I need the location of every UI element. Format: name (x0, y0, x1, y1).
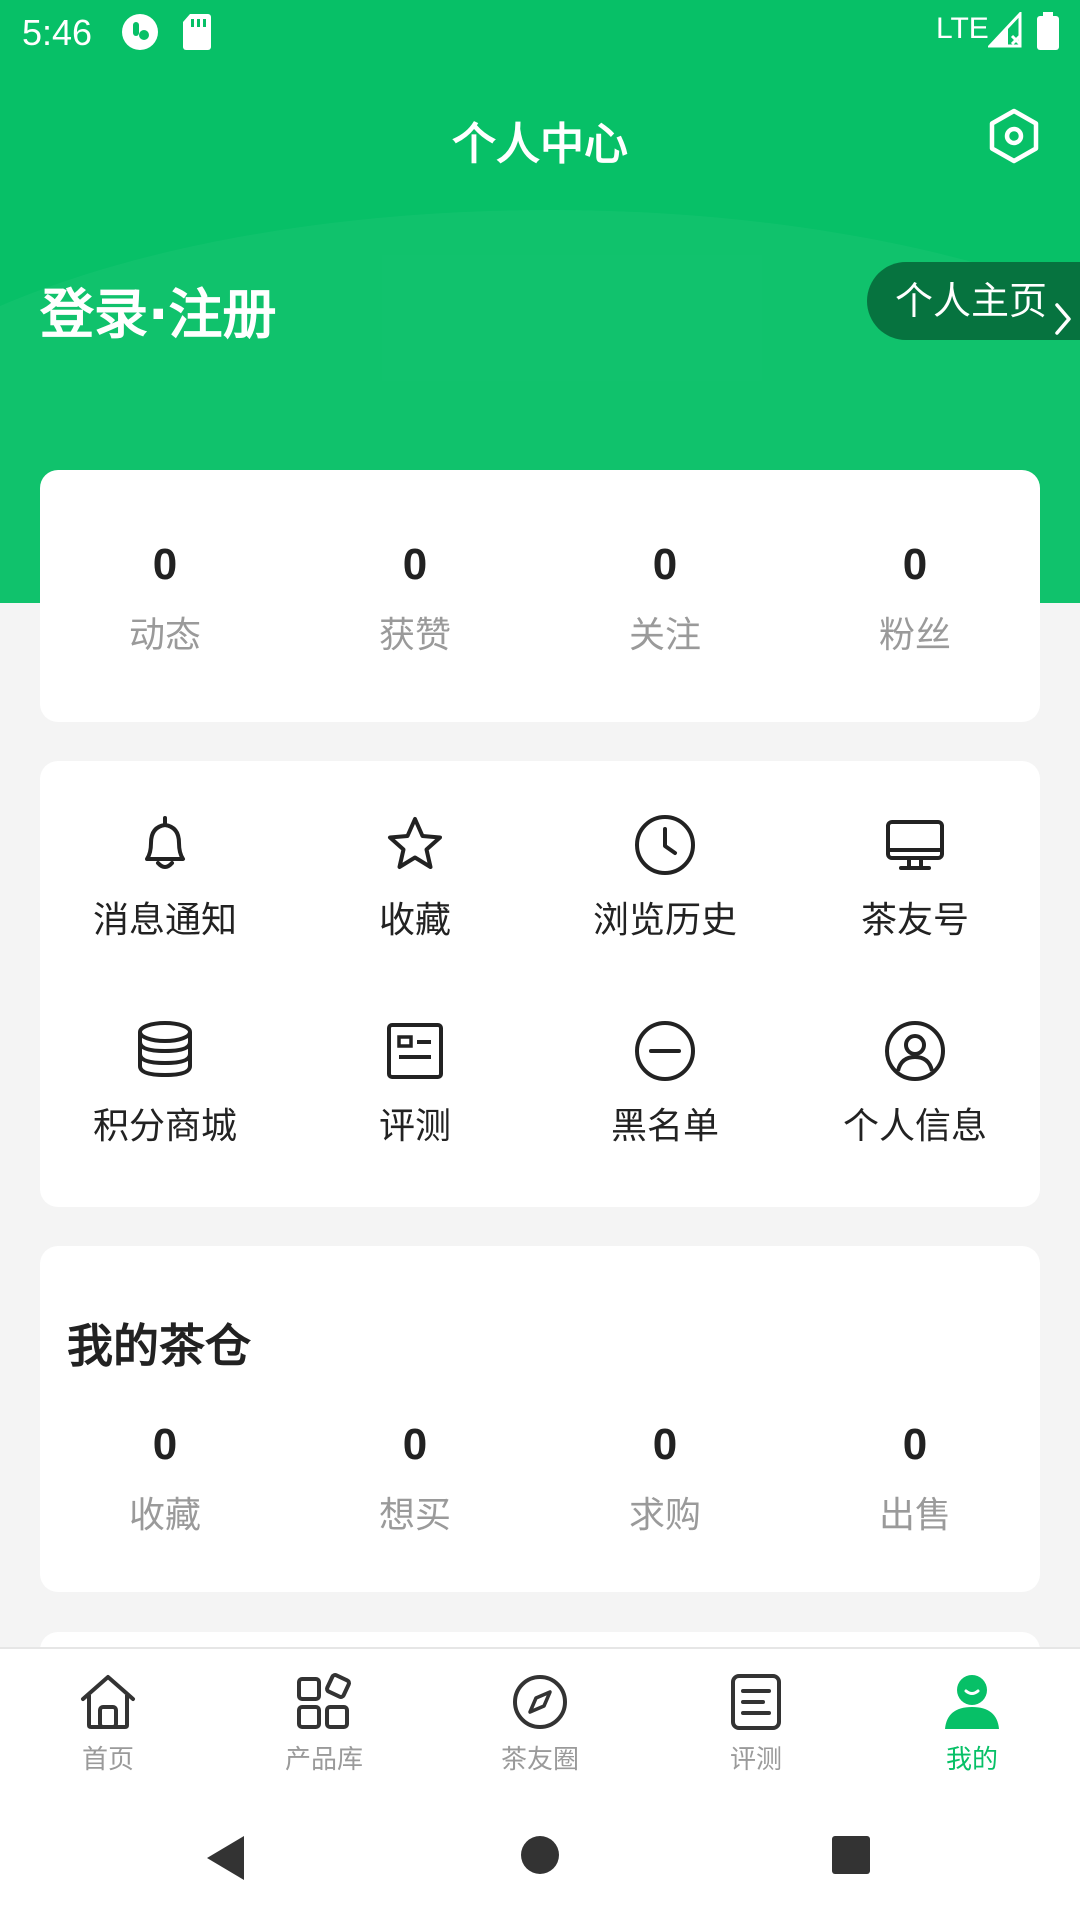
menu-item-label: 收藏 (378, 900, 451, 941)
menu-item-notifications[interactable]: 消息通知 (40, 813, 290, 1019)
home-button[interactable] (520, 1835, 560, 1879)
clock-icon (635, 815, 695, 875)
page-title: 个人中心 (452, 119, 628, 170)
chevron-right-icon (1053, 284, 1073, 362)
menu-item-favorites[interactable]: 收藏 (290, 813, 540, 1019)
signal-icon (986, 10, 1022, 57)
settings-button[interactable] (984, 106, 1044, 166)
system-nav-bar (0, 1797, 1080, 1920)
monitor-icon (886, 820, 944, 870)
nav-tab-products[interactable]: 产品库 (216, 1649, 432, 1797)
warehouse-stat-favorites[interactable]: 0 收藏 (40, 1414, 290, 1538)
settings-hexagon-icon (989, 108, 1039, 164)
stat-label: 求购 (628, 1495, 701, 1536)
nav-label: 我的 (945, 1745, 998, 1775)
menu-item-label: 消息通知 (92, 900, 237, 941)
warehouse-stat-want-to-buy[interactable]: 0 想买 (290, 1414, 540, 1538)
stat-label: 动态 (128, 615, 201, 656)
nav-tab-me[interactable]: 我的 (864, 1649, 1080, 1797)
menu-item-label: 评测 (378, 1106, 451, 1147)
stat-label: 收藏 (128, 1495, 201, 1536)
stat-value: 0 (652, 1420, 678, 1469)
grid-icon (297, 1673, 351, 1729)
stat-value: 0 (902, 1420, 928, 1469)
stat-label: 获赞 (378, 615, 451, 656)
nav-tab-home[interactable]: 首页 (0, 1649, 216, 1797)
home-icon (81, 1675, 135, 1729)
menu-item-points-mall[interactable]: 积分商城 (40, 1019, 290, 1225)
coins-icon (138, 1021, 192, 1078)
stat-value: 0 (402, 1420, 428, 1469)
document-icon (731, 1674, 781, 1730)
menu-item-label: 个人信息 (842, 1106, 987, 1147)
stat-label: 想买 (378, 1495, 451, 1536)
nav-tab-tea-circle[interactable]: 茶友圈 (432, 1649, 648, 1797)
back-triangle-icon (207, 1836, 244, 1880)
nav-tab-reviews[interactable]: 评测 (648, 1649, 864, 1797)
menu-item-personal-info[interactable]: 个人信息 (790, 1019, 1040, 1225)
bell-icon (145, 816, 185, 869)
stat-followers[interactable]: 0 粉丝 (790, 534, 1040, 658)
app-notification-icon (120, 12, 160, 61)
stat-value: 0 (152, 1420, 178, 1469)
menu-item-label: 浏览历史 (592, 900, 737, 941)
stat-following[interactable]: 0 关注 (540, 534, 790, 658)
section-title: 我的茶仓 (67, 1319, 251, 1373)
sd-card-icon (182, 12, 212, 61)
status-time: 5:46 (22, 12, 93, 53)
personal-homepage-button[interactable]: 个人主页 (867, 262, 1080, 340)
user-circle-icon (885, 1021, 945, 1081)
login-register-link[interactable]: 登录·注册 (40, 270, 277, 349)
person-icon (945, 1675, 999, 1729)
menu-item-label: 积分商城 (92, 1106, 237, 1147)
warehouse-stat-wanted[interactable]: 0 求购 (540, 1414, 790, 1538)
stat-value: 0 (402, 540, 428, 589)
compass-icon (513, 1675, 567, 1729)
nav-label: 首页 (81, 1745, 134, 1775)
network-type: LTE (936, 12, 989, 45)
status-bar: 5:46 LTE (0, 0, 1080, 66)
battery-icon (1036, 12, 1060, 61)
nav-label: 茶友圈 (500, 1745, 579, 1775)
stat-label: 粉丝 (878, 615, 951, 656)
tea-warehouse-card: 我的茶仓 0 收藏 0 想买 0 求购 0 出售 (40, 1246, 1040, 1592)
nav-label: 产品库 (284, 1745, 363, 1775)
back-button[interactable] (204, 1833, 248, 1887)
stat-posts[interactable]: 0 动态 (40, 534, 290, 658)
menu-item-label: 茶友号 (860, 900, 969, 941)
star-icon (388, 817, 442, 869)
stats-card: 0 动态 0 获赞 0 关注 0 粉丝 (40, 470, 1040, 722)
minus-circle-icon (635, 1021, 695, 1081)
id-card-icon (387, 1023, 443, 1079)
personal-homepage-label: 个人主页 (895, 279, 1048, 323)
stat-likes[interactable]: 0 获赞 (290, 534, 540, 658)
stat-value: 0 (902, 540, 928, 589)
menu-item-label: 黑名单 (610, 1106, 719, 1147)
stat-value: 0 (652, 540, 678, 589)
warehouse-stat-selling[interactable]: 0 出售 (790, 1414, 1040, 1538)
menu-item-blacklist[interactable]: 黑名单 (540, 1019, 790, 1225)
stat-value: 0 (152, 540, 178, 589)
nav-label: 评测 (729, 1745, 782, 1775)
menu-item-history[interactable]: 浏览历史 (540, 813, 790, 1019)
bottom-nav: 首页 产品库 茶友圈 评测 我的 (0, 1647, 1080, 1797)
home-circle-icon (521, 1836, 559, 1874)
stat-label: 关注 (628, 615, 701, 656)
recents-square-icon (832, 1836, 870, 1874)
stat-label: 出售 (878, 1495, 951, 1536)
menu-item-tea-friend-account[interactable]: 茶友号 (790, 813, 1040, 1019)
recents-button[interactable] (831, 1835, 871, 1879)
menu-card: 消息通知 收藏 浏览历史 茶友号 积分商城 评测 黑名单 个人信息 (40, 761, 1040, 1207)
menu-item-reviews[interactable]: 评测 (290, 1019, 540, 1225)
